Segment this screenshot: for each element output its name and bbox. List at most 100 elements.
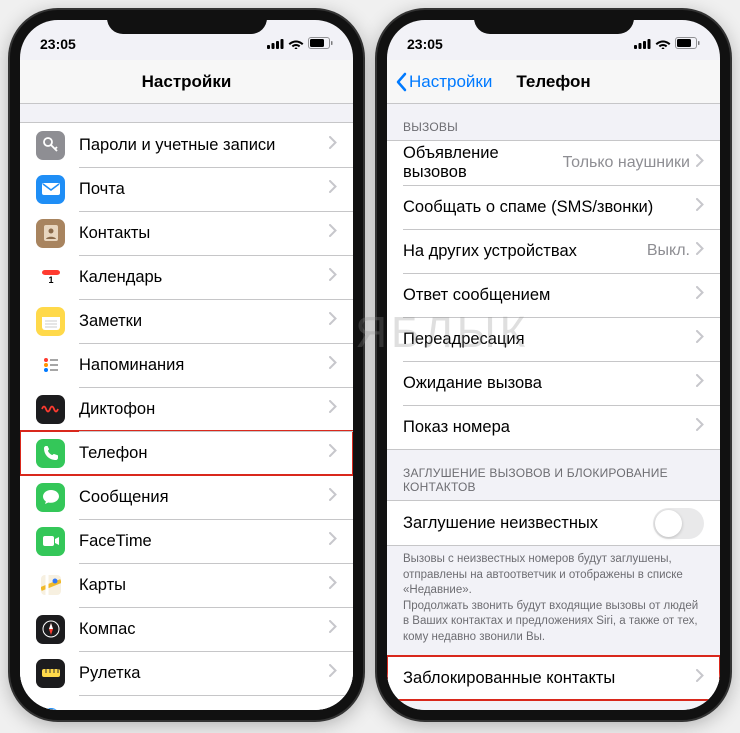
settings-row-notes[interactable]: Заметки — [20, 299, 353, 343]
phone-icon — [36, 439, 65, 468]
row-blocked-contacts[interactable]: Заблокированные контакты — [387, 656, 720, 700]
settings-row-maps[interactable]: Карты — [20, 563, 353, 607]
svg-text:1: 1 — [48, 275, 53, 285]
notch — [474, 10, 634, 34]
chevron-icon — [696, 374, 704, 392]
wifi-icon — [288, 36, 304, 52]
chevron-icon — [696, 669, 704, 687]
row-label: Показ номера — [403, 418, 510, 437]
battery-icon — [308, 36, 333, 52]
row-label: Сообщать о спаме (SMS/звонки) — [403, 198, 653, 217]
phone-frame-right: 23:05 Настройки Телефон ВЫЗОВЫ Объявлени… — [377, 10, 730, 720]
chevron-icon — [329, 268, 337, 286]
signal-icon — [267, 36, 284, 52]
reminders-icon — [36, 351, 65, 380]
chevron-icon — [329, 532, 337, 550]
nav-title-right: Телефон — [516, 72, 590, 92]
settings-row-measure[interactable]: Рулетка — [20, 651, 353, 695]
nav-bar-left: Настройки — [20, 60, 353, 104]
notes-icon — [36, 307, 65, 336]
row-label: Объявление вызовов — [403, 144, 563, 182]
row-label: Пароли и учетные записи — [79, 136, 275, 155]
chevron-icon — [329, 664, 337, 682]
chevron-icon — [696, 242, 704, 260]
chevron-icon — [329, 224, 337, 242]
section-header-calls: ВЫЗОВЫ — [387, 104, 720, 140]
row-label: Сообщения — [79, 488, 169, 507]
status-time: 23:05 — [40, 36, 76, 52]
toggle-silence[interactable] — [653, 508, 704, 539]
row-label: Телефон — [79, 444, 147, 463]
settings-row-safari[interactable]: Safari — [20, 695, 353, 710]
row-label: Ответ сообщением — [403, 286, 550, 305]
measure-icon — [36, 659, 65, 688]
calls-row-6[interactable]: Показ номера — [387, 405, 720, 449]
row-label: Заблокированные контакты — [403, 669, 615, 688]
settings-row-facetime[interactable]: FaceTime — [20, 519, 353, 563]
back-label: Настройки — [409, 72, 492, 92]
signal-icon — [634, 36, 651, 52]
screen-left: 23:05 Настройки Пароли и учетные записиП… — [20, 20, 353, 710]
calls-row-3[interactable]: Ответ сообщением — [387, 273, 720, 317]
chevron-icon — [329, 312, 337, 330]
row-silence-unknown[interactable]: Заглушение неизвестных — [387, 501, 720, 545]
row-label: Компас — [79, 620, 136, 639]
nav-bar-right: Настройки Телефон — [387, 60, 720, 104]
chevron-icon — [696, 154, 704, 172]
chevron-icon — [329, 356, 337, 374]
row-label: Карты — [79, 576, 126, 595]
row-label: Safari — [79, 708, 122, 711]
row-label: FaceTime — [79, 532, 152, 551]
back-button[interactable]: Настройки — [395, 72, 492, 92]
settings-row-phone[interactable]: Телефон — [20, 431, 353, 475]
screen-right: 23:05 Настройки Телефон ВЫЗОВЫ Объявлени… — [387, 20, 720, 710]
row-label: Календарь — [79, 268, 162, 287]
wifi-icon — [655, 36, 671, 52]
safari-icon — [36, 703, 65, 711]
phone-frame-left: 23:05 Настройки Пароли и учетные записиП… — [10, 10, 363, 720]
settings-row-voice-memo[interactable]: Диктофон — [20, 387, 353, 431]
silence-footer: Вызовы с неизвестных номеров будут заглу… — [387, 546, 720, 655]
status-right — [634, 36, 700, 52]
row-label: Диктофон — [79, 400, 155, 419]
chevron-icon — [696, 418, 704, 436]
chevron-icon — [329, 488, 337, 506]
settings-row-compass[interactable]: Компас — [20, 607, 353, 651]
section-header-block: ЗАГЛУШЕНИЕ ВЫЗОВОВ И БЛОКИРОВАНИЕ КОНТАК… — [387, 450, 720, 500]
settings-row-reminders[interactable]: Напоминания — [20, 343, 353, 387]
settings-row-messages[interactable]: Сообщения — [20, 475, 353, 519]
settings-row-key[interactable]: Пароли и учетные записи — [20, 123, 353, 167]
maps-icon — [36, 571, 65, 600]
row-label: Заглушение неизвестных — [403, 514, 598, 533]
compass-icon — [36, 615, 65, 644]
chevron-icon — [329, 620, 337, 638]
chevron-icon — [329, 708, 337, 710]
chevron-icon — [329, 136, 337, 154]
settings-list[interactable]: Пароли и учетные записи Почта Контакты 1 Кал… — [20, 104, 353, 710]
chevron-icon — [696, 330, 704, 348]
calls-row-0[interactable]: Объявление вызововТолько наушники — [387, 141, 720, 185]
calendar-icon: 1 — [36, 263, 65, 292]
chevron-icon — [329, 576, 337, 594]
messages-icon — [36, 483, 65, 512]
row-label: Переадресация — [403, 330, 525, 349]
row-label: Заметки — [79, 312, 142, 331]
battery-icon — [675, 36, 700, 52]
chevron-icon — [329, 400, 337, 418]
row-label: Контакты — [79, 224, 150, 243]
status-right — [267, 36, 333, 52]
calls-row-5[interactable]: Ожидание вызова — [387, 361, 720, 405]
calls-row-2[interactable]: На других устройствахВыкл. — [387, 229, 720, 273]
contacts-icon — [36, 219, 65, 248]
row-label: Ожидание вызова — [403, 374, 542, 393]
nav-title-left: Настройки — [142, 72, 232, 92]
calls-row-1[interactable]: Сообщать о спаме (SMS/звонки) — [387, 185, 720, 229]
settings-row-calendar[interactable]: 1 Календарь — [20, 255, 353, 299]
settings-row-contacts[interactable]: Контакты — [20, 211, 353, 255]
phone-settings-list[interactable]: ВЫЗОВЫ Объявление вызововТолько наушники… — [387, 104, 720, 710]
calls-row-4[interactable]: Переадресация — [387, 317, 720, 361]
facetime-icon — [36, 527, 65, 556]
chevron-icon — [696, 286, 704, 304]
settings-row-mail[interactable]: Почта — [20, 167, 353, 211]
chevron-icon — [696, 198, 704, 216]
